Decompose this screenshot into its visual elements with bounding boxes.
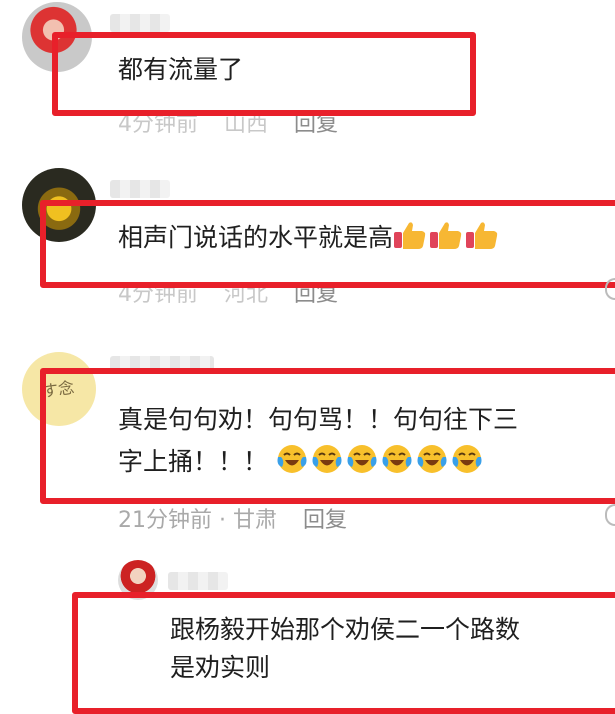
username-blurred[interactable] [168,572,228,590]
comment-time: 4分钟前 [118,112,198,137]
laughing-tears-icon [312,445,342,473]
laughing-tears-icon [417,445,447,473]
username-blurred[interactable] [110,180,170,198]
comment-time-location: 21分钟前 · 甘肃 [118,508,277,533]
comment-text-body: 相声门说话的水平就是高 [118,223,394,252]
comment-time: 4分钟前 [118,282,198,307]
like-icon[interactable] [605,504,615,526]
laughing-tears-icon [452,445,482,473]
comment-text-line1: 真是句句劝！句句骂！！句句往下三 [118,405,519,434]
comment-meta: 4分钟前 山西 回复 [118,106,364,138]
comment-meta: 4分钟前 河北 回复 [118,276,364,308]
comment-location: 山西 [224,112,269,137]
thumbs-up-icon [394,222,426,249]
comment-location: 河北 [224,282,269,307]
avatar[interactable] [22,2,92,72]
reply-button[interactable]: 回复 [294,112,338,137]
laughing-tears-icon [382,445,412,473]
reply-button[interactable]: 回复 [303,508,347,533]
username-blurred[interactable] [110,14,170,32]
comment-text-line2: 是劝实则 [170,653,271,682]
laughing-tears-icon [347,445,377,473]
avatar[interactable] [22,168,96,242]
avatar[interactable] [118,560,158,600]
comment-text-line2: 字上捅！！！ [118,440,486,484]
comment-meta: 21分钟前 · 甘肃 回复 [118,502,373,534]
comment-text: 相声门说话的水平就是高 [118,216,501,260]
avatar-signature: す念 [41,377,76,402]
username-blurred[interactable] [110,356,214,374]
like-icon[interactable] [605,278,615,300]
laughing-tears-icon [277,445,307,473]
thumbs-up-icon [466,222,498,249]
thumbs-up-icon [430,222,462,249]
comment-text: 都有流量了 [118,55,244,84]
highlight-box [52,32,476,116]
comment-text-body: 字上捅！！！ [118,447,269,476]
avatar[interactable]: す念 [22,352,96,426]
reply-button[interactable]: 回复 [294,282,338,307]
